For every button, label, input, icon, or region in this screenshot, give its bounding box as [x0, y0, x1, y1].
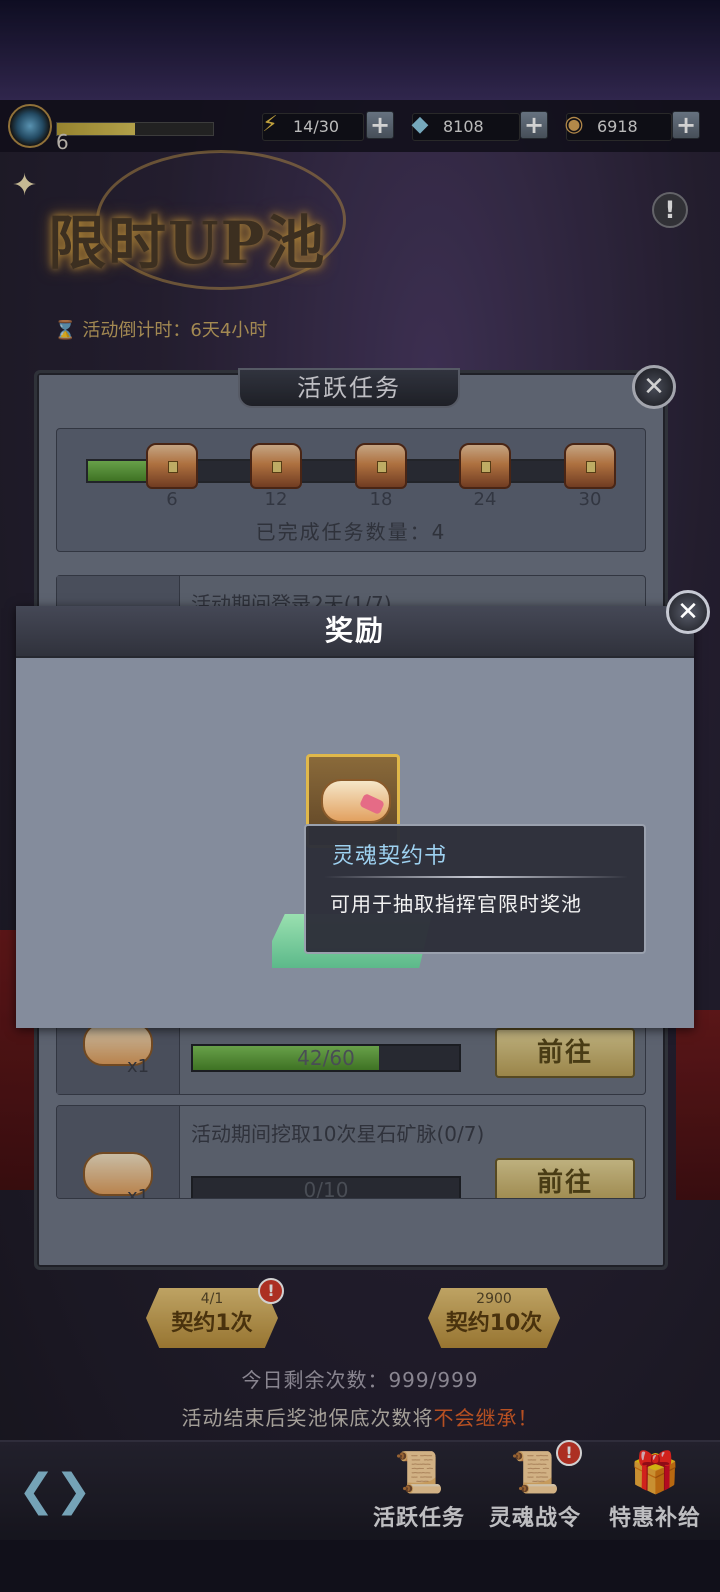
tooltip-title: 灵魂契约书: [332, 844, 448, 869]
tooltip-divider: [324, 876, 628, 878]
reward-modal-close-button[interactable]: ✕: [666, 590, 710, 634]
reward-modal-title: 奖励: [16, 606, 694, 658]
item-tooltip: 灵魂契约书 可用于抽取指挥官限时奖池: [304, 824, 646, 954]
tooltip-description: 可用于抽取指挥官限时奖池: [330, 892, 582, 916]
